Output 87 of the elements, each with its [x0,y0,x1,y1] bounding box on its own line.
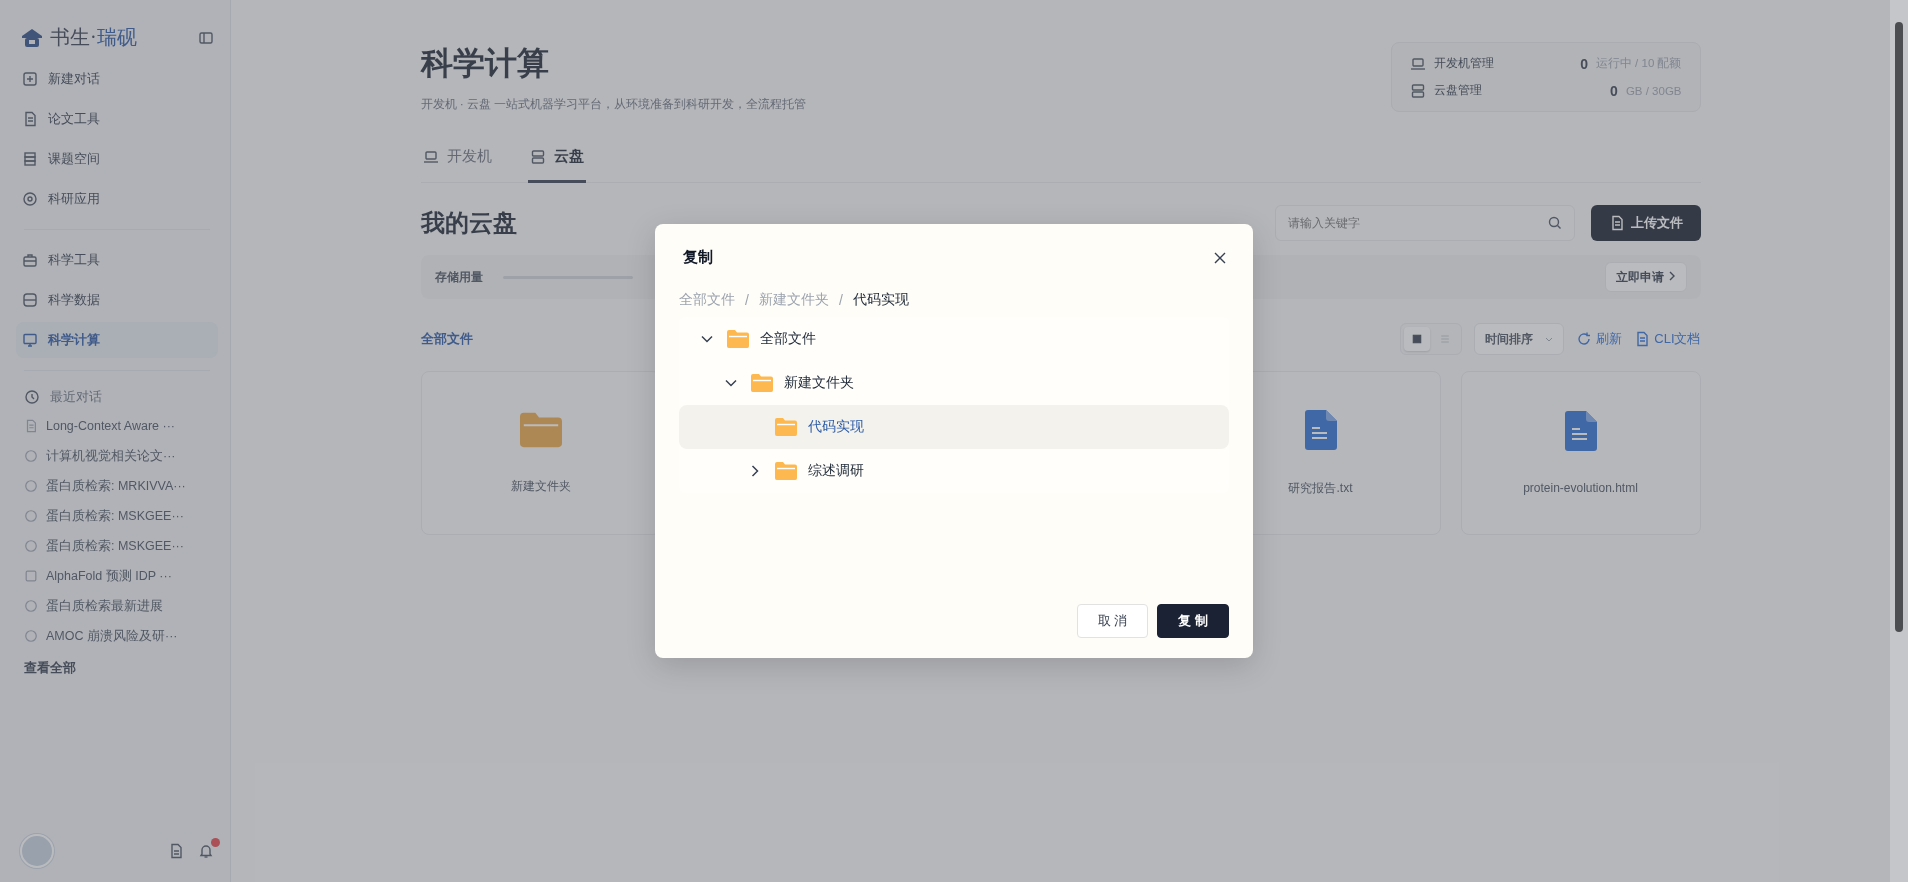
folder-icon [775,418,797,436]
folder-icon [751,374,773,392]
breadcrumb-item[interactable]: 代码实现 [852,291,909,309]
recent-chat-item[interactable]: 蛋白质检索: MSKGEE··· [16,531,218,561]
recent-chat-item[interactable]: 蛋白质检索最新进展 [16,591,218,621]
circle-icon [24,629,38,643]
copy-button[interactable]: 复 制 [1157,604,1229,638]
brand-name: 书生·瑞砚 [50,25,137,50]
grid-icon [1411,333,1424,345]
chevron-down-icon [1545,335,1554,343]
apply-button[interactable]: 立即申请 [1605,262,1687,292]
cancel-button[interactable]: 取 消 [1076,604,1149,638]
folder-icon [775,462,797,480]
nav-item[interactable]: 新建对话 [16,61,218,97]
nav-item[interactable]: 论文工具 [16,101,218,137]
recent-chat-item[interactable]: AlphaFold 预测 IDP ··· [16,561,218,591]
folder-icon [727,330,749,348]
document-icon [168,843,184,859]
file-name: 新建文件夹 [510,477,571,495]
recent-chat-item[interactable]: AMOC 崩溃风险及研··· [16,621,218,651]
stat-label: 云盘管理 [1433,82,1482,99]
action-link[interactable]: 刷新 [1576,330,1623,348]
page-subtitle: 开发机 · 云盘 一站式机器学习平台，从环境准备到科研开发，全流程托管 [420,96,807,113]
history-icon [24,389,40,405]
server-icon [1409,82,1426,99]
circle-icon [24,599,38,613]
document-icon [1304,409,1337,450]
section-title: 我的云盘 [420,209,518,238]
folder-icon [519,411,562,448]
gear-icon [22,191,38,207]
tab[interactable]: 云盘 [527,137,586,183]
toolbox-icon [22,252,38,268]
sidebar-toggle-icon [198,29,214,46]
breadcrumb-item[interactable]: 新建文件夹 [758,291,829,309]
laptop-icon [1409,55,1426,72]
file-name: 研究报告.txt [1288,479,1353,497]
nav-item[interactable]: 课题空间 [16,141,218,177]
database-icon [22,292,38,308]
breadcrumb-separator: / [745,292,749,308]
action-link[interactable]: CLI文档 [1634,330,1701,348]
recent-chat-item[interactable]: Long-Context Aware ··· [16,411,218,441]
nav-item[interactable]: 科学数据 [16,282,218,318]
stat-value: 0 [1580,55,1588,72]
stack-icon [22,151,38,167]
nav-item[interactable]: 科学计算 [16,322,218,358]
document-icon [22,111,38,127]
refresh-icon [1576,331,1593,347]
scrollbar[interactable] [1890,0,1908,882]
tab[interactable]: 开发机 [420,137,494,183]
circle-icon [24,539,38,553]
chevron-right-icon [1667,270,1676,281]
folder-tree-item[interactable]: 全部文件 [679,317,1229,361]
dialog-title: 复制 [683,248,713,267]
search-field[interactable]: 请输入关键字 [1274,205,1575,241]
document-icon [24,419,38,433]
upload-button[interactable]: 上传文件 [1590,205,1701,241]
nav-item[interactable]: 科研应用 [16,181,218,217]
stat-value: 0 [1610,82,1618,99]
view-all-link[interactable]: 查看全部 [16,651,218,685]
document-icon [1634,331,1651,347]
storage-label: 存储用量 [434,268,483,286]
document-icon [1564,411,1597,451]
page-title: 科学计算 [420,44,550,83]
breadcrumb-separator: / [838,292,843,308]
sort-dropdown[interactable]: 时间排序 [1474,323,1565,355]
laptop-icon [422,148,439,165]
circle-icon [24,479,38,493]
server-icon [529,148,546,165]
recent-chat-item[interactable]: 蛋白质检索: MRKIVVA··· [16,471,218,501]
search-icon [1546,215,1563,231]
circle-icon [24,509,38,523]
view-toggle[interactable] [1404,327,1431,351]
square-icon [24,569,38,583]
logo-icon [20,26,44,49]
folder-tree-item[interactable]: 代码实现 [679,405,1229,449]
file-card[interactable]: protein-evolution.html [1460,371,1701,535]
breadcrumb-item[interactable]: 全部文件 [679,291,735,309]
file-name: protein-evolution.html [1523,481,1638,495]
recent-chat-item[interactable]: 蛋白质检索: MSKGEE··· [16,501,218,531]
plus-square-icon [22,71,38,87]
monitor-icon [22,332,38,348]
circle-icon [24,449,38,463]
section-title: 最近对话 [50,388,102,406]
recent-chat-item[interactable]: 计算机视觉相关论文··· [16,441,218,471]
bell-icon [198,843,214,859]
stat-label: 开发机管理 [1433,55,1494,72]
nav-item[interactable]: 科学工具 [16,242,218,278]
